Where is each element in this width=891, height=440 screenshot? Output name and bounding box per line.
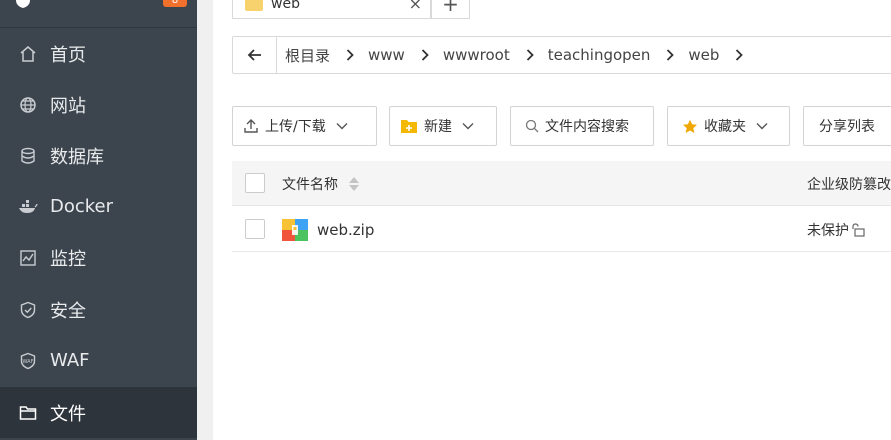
breadcrumb-item[interactable]: teachingopen: [540, 46, 661, 64]
new-folder-icon: [400, 119, 418, 134]
arrow-left-icon: [247, 49, 261, 61]
breadcrumb-item[interactable]: www: [360, 46, 415, 64]
row-checkbox[interactable]: [245, 219, 265, 239]
sidebar-item-security[interactable]: 安全: [0, 284, 197, 335]
layout-gap: [197, 0, 213, 440]
file-table-header: 文件名称 企业级防篡改: [232, 161, 891, 206]
sidebar-item-database[interactable]: 数据库: [0, 130, 197, 181]
chevron-right-icon: [340, 49, 360, 61]
search-content-button[interactable]: 文件内容搜索: [510, 106, 654, 146]
sidebar-item-label: Docker: [50, 196, 114, 217]
notification-badge[interactable]: 8: [163, 0, 187, 7]
svg-text:WAF: WAF: [23, 359, 34, 365]
sidebar-item-label: WAF: [50, 350, 90, 371]
chevron-down-icon: [336, 122, 348, 130]
file-name-cell[interactable]: web.zip: [282, 207, 374, 252]
path-bar[interactable]: 根目录 www wwwroot teachingopen web: [232, 36, 891, 74]
table-row[interactable]: web.zip 未保护: [232, 207, 891, 252]
chevron-right-icon: [729, 49, 749, 61]
sidebar-item-docker[interactable]: Docker: [0, 181, 197, 232]
sidebar-item-files[interactable]: 文件: [0, 387, 197, 438]
chevron-down-icon: [462, 122, 474, 130]
monitor-icon: [18, 248, 38, 268]
sidebar-item-home[interactable]: 首页: [0, 28, 197, 79]
protection-status[interactable]: 未保护: [807, 207, 865, 252]
sidebar-header: 8: [0, 0, 197, 28]
new-button[interactable]: 新建: [389, 106, 497, 146]
column-header-label: 文件名称: [282, 176, 338, 193]
star-icon: [682, 119, 698, 134]
back-button[interactable]: [233, 37, 277, 73]
sidebar-item-label: 首页: [50, 44, 86, 66]
waf-icon: WAF: [18, 351, 38, 371]
sidebar-item-website[interactable]: 网站: [0, 79, 197, 130]
breadcrumb: 根目录 www wwwroot teachingopen web: [277, 45, 749, 66]
database-icon: [18, 146, 38, 166]
home-icon: [18, 44, 38, 64]
chevron-right-icon: [415, 49, 435, 61]
select-all-checkbox[interactable]: [245, 173, 265, 193]
sidebar-item-label: 网站: [50, 95, 86, 117]
button-label: 分享列表: [819, 119, 875, 135]
search-icon: [525, 119, 539, 133]
sidebar-item-label: 文件: [50, 403, 86, 425]
button-label: 新建: [424, 119, 452, 135]
shield-icon: [18, 300, 38, 320]
sidebar-item-waf[interactable]: WAF WAF: [0, 335, 197, 386]
column-header-protection: 企业级防篡改: [807, 176, 891, 193]
zip-file-icon: [282, 218, 308, 241]
share-list-button[interactable]: 分享列表: [803, 106, 891, 146]
breadcrumb-item[interactable]: wwwroot: [435, 46, 520, 64]
file-manager-panel: web × + 根目录 www wwwroot teachingopen web…: [213, 0, 891, 440]
chevron-right-icon: [660, 49, 680, 61]
sidebar-item-monitor[interactable]: 监控: [0, 232, 197, 283]
folder-icon: [18, 403, 38, 423]
breadcrumb-item[interactable]: web: [680, 46, 729, 64]
upload-download-button[interactable]: 上传/下载: [232, 106, 377, 146]
folder-icon: [245, 0, 263, 11]
chevron-right-icon: [520, 49, 540, 61]
sort-icon[interactable]: [348, 176, 360, 192]
upload-icon: [243, 118, 259, 134]
tab-web[interactable]: web ×: [232, 0, 431, 19]
breadcrumb-item[interactable]: 根目录: [277, 45, 340, 66]
sidebar-item-label: 数据库: [50, 146, 104, 168]
file-name: web.zip: [317, 220, 375, 239]
sidebar-item-label: 安全: [50, 300, 86, 322]
add-tab-button[interactable]: +: [431, 0, 470, 19]
docker-icon: [18, 197, 38, 217]
sidebar-item-label: 监控: [50, 248, 86, 270]
protection-label: 未保护: [807, 222, 849, 239]
logo-icon: [16, 0, 30, 8]
sidebar: 8 首页 网站 数据库 Docker 监控 安全 WAF WAF 文件: [0, 0, 197, 440]
favorites-button[interactable]: 收藏夹: [667, 106, 790, 146]
plus-icon: +: [442, 0, 459, 16]
button-label: 收藏夹: [704, 119, 746, 135]
globe-icon: [18, 95, 38, 115]
chevron-down-icon: [756, 122, 768, 130]
button-label: 文件内容搜索: [545, 119, 629, 135]
button-label: 上传/下载: [265, 119, 326, 135]
tab-label: web: [271, 0, 300, 12]
close-icon[interactable]: ×: [409, 0, 422, 13]
column-header-name[interactable]: 文件名称: [282, 161, 360, 206]
unlock-icon: [851, 222, 865, 237]
